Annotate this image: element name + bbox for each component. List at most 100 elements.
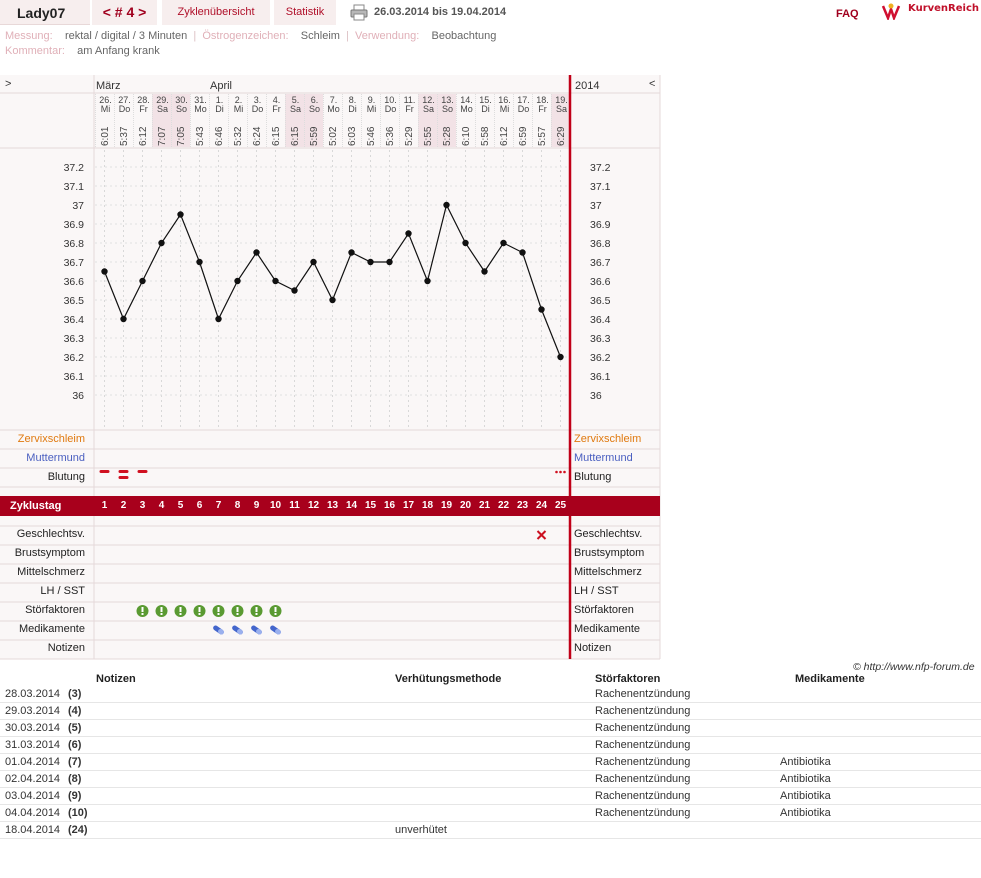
y-tick-label: 36.1 (64, 371, 85, 383)
note-disturbance: Rachenentzündung (595, 790, 691, 802)
cycle-day-label: Zyklustag (10, 500, 62, 512)
temperature-point[interactable] (443, 201, 450, 209)
note-disturbance: Rachenentzündung (595, 773, 691, 785)
temperature-point[interactable] (234, 277, 241, 285)
temperature-point[interactable] (405, 230, 412, 237)
note-disturbance: Rachenentzündung (595, 739, 691, 751)
note-date: 28.03.2014 (5, 688, 61, 700)
y-tick-label: 36.5 (64, 295, 85, 307)
disturbance-icon-mark (236, 607, 239, 612)
row-label-breast-symptom: Brustsymptom (14, 547, 85, 559)
row-label-cervical-mucus-right: Zervixschleim (574, 433, 642, 445)
cycle-day-number[interactable]: 22 (494, 500, 513, 511)
cycle-day-number[interactable]: 15 (361, 500, 380, 511)
temperature-point[interactable] (139, 277, 146, 285)
disturbance-icon-mark (255, 607, 258, 612)
cycle-day-number[interactable]: 1 (95, 500, 114, 511)
note-medication: Antibiotika (780, 790, 831, 802)
bleeding-marker (137, 470, 148, 473)
temperature-point[interactable] (158, 239, 165, 247)
pill-icon (251, 625, 262, 635)
y-tick-label-right: 36.2 (590, 352, 611, 364)
note-date: 29.03.2014 (5, 705, 61, 717)
row-label-cervix: Muttermund (26, 452, 85, 464)
note-cycle-day: (3) (68, 688, 82, 700)
temperature-point[interactable] (500, 239, 507, 247)
temperature-point[interactable] (272, 277, 279, 285)
temperature-point[interactable] (215, 315, 222, 323)
temperature-point[interactable] (348, 249, 355, 256)
row-label-bleeding-right: Blutung (574, 471, 612, 483)
y-tick-label: 36.8 (64, 238, 85, 250)
cycle-day-number[interactable]: 19 (437, 500, 456, 511)
cycle-day-number[interactable]: 18 (418, 500, 437, 511)
y-tick-label: 36.6 (64, 276, 85, 288)
note-cycle-day: (5) (68, 722, 82, 734)
y-tick-label-right: 36.9 (590, 219, 611, 231)
cycle-day-number[interactable]: 12 (304, 500, 323, 511)
temperature-point[interactable] (481, 268, 488, 275)
cycle-day-number[interactable]: 9 (247, 500, 266, 511)
cycle-day-number[interactable]: 11 (285, 500, 304, 511)
cycle-day-number[interactable]: 8 (228, 500, 247, 511)
cycle-day-number[interactable]: 16 (380, 500, 399, 511)
pill-icon (213, 625, 224, 635)
y-tick-label: 36.2 (64, 352, 85, 364)
cycle-day-number[interactable]: 10 (266, 500, 285, 511)
cycle-day-number[interactable]: 13 (323, 500, 342, 511)
temperature-point[interactable] (538, 306, 545, 313)
spotting-marker (563, 470, 566, 474)
temperature-point[interactable] (253, 249, 260, 256)
disturbance-icon-dot (274, 613, 277, 615)
disturbance-icon-dot (255, 613, 258, 615)
notes-table-row: 01.04.2014 (7) Rachenentzündung Antibiotika (0, 754, 981, 771)
temperature-point[interactable] (177, 211, 184, 218)
temperature-point[interactable] (101, 268, 108, 275)
notes-table-row: 03.04.2014 (9) Rachenentzündung Antibiotika (0, 788, 981, 805)
temperature-point[interactable] (462, 239, 469, 247)
temperature-point[interactable] (329, 296, 336, 304)
note-date: 04.04.2014 (5, 807, 61, 819)
cycle-day-number[interactable]: 4 (152, 500, 171, 511)
cycle-day-number[interactable]: 23 (513, 500, 532, 511)
note-date: 31.03.2014 (5, 739, 61, 751)
temperature-point[interactable] (196, 258, 203, 266)
cycle-day-number[interactable]: 25 (551, 500, 570, 511)
temperature-point[interactable] (120, 315, 127, 323)
cycle-day-number[interactable]: 17 (399, 500, 418, 511)
cycle-day-number[interactable]: 14 (342, 500, 361, 511)
y-tick-label-right: 36.8 (590, 238, 611, 250)
disturbance-icon-dot (217, 613, 220, 615)
y-tick-label-right: 36.1 (590, 371, 611, 383)
note-date: 02.04.2014 (5, 773, 61, 785)
cycle-day-number[interactable]: 7 (209, 500, 228, 511)
cycle-day-number[interactable]: 24 (532, 500, 551, 511)
disturbance-icon-dot (198, 613, 201, 615)
row-label-bleeding: Blutung (47, 471, 85, 483)
spotting-marker (555, 470, 558, 474)
note-cycle-day: (6) (68, 739, 82, 751)
cycle-day-number[interactable]: 5 (171, 500, 190, 511)
row-label-cervix-right: Muttermund (574, 452, 633, 464)
note-date: 30.03.2014 (5, 722, 61, 734)
disturbance-icon-dot (141, 613, 144, 615)
y-tick-label: 36.9 (64, 219, 85, 231)
temperature-point[interactable] (310, 258, 317, 266)
row-label-medication-right: Medikamente (574, 623, 641, 635)
temperature-point[interactable] (424, 277, 431, 285)
temperature-point[interactable] (386, 258, 393, 266)
temperature-point[interactable] (519, 249, 526, 256)
cycle-day-number[interactable]: 2 (114, 500, 133, 511)
y-tick-label-right: 37 (590, 200, 602, 212)
note-contraception: unverhütet (395, 824, 447, 836)
cycle-day-number[interactable]: 20 (456, 500, 475, 511)
temperature-point[interactable] (291, 287, 298, 294)
copyright-notice: © http://www.nfp-forum.de (853, 661, 975, 673)
notes-header-medication: Medikamente (795, 673, 865, 685)
cycle-day-number[interactable]: 3 (133, 500, 152, 511)
temperature-point[interactable] (367, 258, 374, 266)
cycle-day-number[interactable]: 21 (475, 500, 494, 511)
cycle-day-number[interactable]: 6 (190, 500, 209, 511)
temperature-point[interactable] (557, 353, 564, 361)
pill-icon (270, 625, 281, 635)
